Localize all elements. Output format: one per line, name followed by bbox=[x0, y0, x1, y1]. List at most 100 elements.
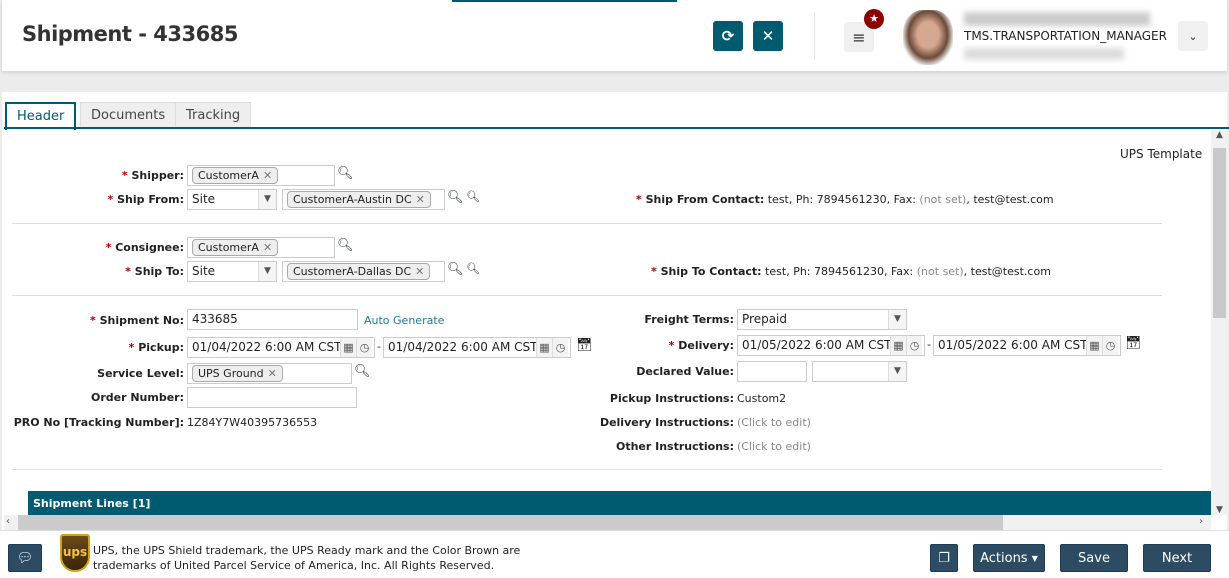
template-label: UPS Template bbox=[1120, 147, 1203, 161]
pickup-instructions-value[interactable]: Custom2 bbox=[737, 392, 786, 405]
other-instructions-label: Other Instructions: bbox=[615, 440, 734, 453]
ship-from-contact-label: Ship From Contact: bbox=[645, 193, 765, 206]
divider bbox=[12, 223, 1162, 224]
zoom-in-search-icon[interactable]: 🔍︎ bbox=[337, 238, 354, 253]
declared-value-label: Declared Value: bbox=[636, 365, 734, 378]
tab-tracking[interactable]: Tracking bbox=[175, 102, 252, 129]
divider bbox=[12, 295, 1162, 296]
calendar-icon[interactable]: ▦ bbox=[1086, 336, 1102, 355]
copy-button[interactable]: ❐ bbox=[930, 544, 958, 572]
zoom-in-search-icon[interactable]: 🔍︎ bbox=[354, 364, 371, 379]
header-divider bbox=[814, 12, 815, 60]
ship-to-label: Ship To: bbox=[134, 265, 184, 278]
ship-from-contact-value: test, Ph: 7894561230, Fax: bbox=[767, 193, 916, 206]
delivery-instructions-label: Delivery Instructions: bbox=[599, 416, 734, 429]
service-level-label: Service Level: bbox=[97, 367, 184, 380]
schedule-icon[interactable]: 📅︎ bbox=[1125, 336, 1142, 351]
favorites-star-icon[interactable]: ★ bbox=[864, 9, 884, 29]
scroll-thumb[interactable] bbox=[18, 515, 1003, 530]
tab-header[interactable]: Header bbox=[5, 102, 77, 130]
remove-icon[interactable]: ✕ bbox=[268, 367, 277, 380]
search-icon[interactable]: 🔍︎ bbox=[466, 262, 480, 275]
declared-currency-select[interactable]: ▼ bbox=[812, 361, 907, 382]
remove-icon[interactable]: ✕ bbox=[416, 193, 425, 206]
shipment-no-input[interactable]: 433685 bbox=[187, 309, 358, 330]
refresh-button[interactable]: ⟳ bbox=[713, 21, 743, 51]
search-icon[interactable]: 🔍︎ bbox=[466, 190, 480, 203]
tab-documents[interactable]: Documents bbox=[80, 102, 177, 129]
main-panel bbox=[2, 92, 1227, 530]
ship-to-field[interactable]: CustomerA-Dallas DC ✕ bbox=[282, 261, 445, 282]
caret-down-icon: ▼ bbox=[1031, 553, 1038, 563]
shipper-field[interactable]: CustomerA ✕ bbox=[187, 165, 335, 186]
chat-icon: 💬︎ bbox=[16, 550, 34, 566]
shipper-label: Shipper: bbox=[131, 169, 184, 182]
user-menu-toggle[interactable]: ⌄ bbox=[1178, 21, 1208, 51]
delivery-instructions-value[interactable]: (Click to edit) bbox=[737, 416, 811, 429]
ups-disclaimer-line-1: UPS, the UPS Shield trademark, the UPS R… bbox=[93, 544, 521, 557]
order-number-input[interactable] bbox=[187, 387, 357, 408]
fax-not-set: (not set) bbox=[919, 193, 967, 206]
shipper-chip: CustomerA ✕ bbox=[192, 167, 279, 184]
remove-icon[interactable]: ✕ bbox=[263, 241, 272, 254]
refresh-icon: ⟳ bbox=[721, 27, 735, 45]
zoom-in-search-icon[interactable]: 🔍︎ bbox=[447, 262, 464, 277]
remove-icon[interactable]: ✕ bbox=[263, 169, 272, 182]
close-icon: ✕ bbox=[761, 27, 775, 45]
chevron-down-icon: ⌄ bbox=[1188, 29, 1198, 43]
ship-to-contact-value: test, Ph: 7894561230, Fax: bbox=[765, 265, 914, 278]
chevron-down-icon: ▼ bbox=[258, 190, 276, 209]
tab-underline bbox=[4, 127, 1229, 129]
clock-icon[interactable]: ◷ bbox=[356, 338, 372, 357]
calendar-icon[interactable]: ▦ bbox=[536, 338, 552, 357]
ship-to-email: , test@test.com bbox=[963, 265, 1051, 278]
scroll-thumb[interactable] bbox=[1213, 148, 1226, 318]
chevron-down-icon: ▼ bbox=[258, 262, 276, 281]
user-name-blurred bbox=[964, 12, 1150, 26]
chevron-down-icon: ▼ bbox=[888, 362, 906, 381]
clock-icon[interactable]: ◷ bbox=[552, 338, 568, 357]
ship-to-type-select[interactable]: Site ▼ bbox=[187, 261, 277, 282]
ship-from-type-select[interactable]: Site ▼ bbox=[187, 189, 277, 210]
vertical-scrollbar[interactable]: ▲ ▼ bbox=[1211, 130, 1228, 515]
order-number-label: Order Number: bbox=[90, 391, 184, 404]
chevron-down-icon: ▼ bbox=[888, 310, 906, 329]
range-dash: - bbox=[927, 338, 931, 351]
other-instructions-value[interactable]: (Click to edit) bbox=[737, 440, 811, 453]
page-title: Shipment - 433685 bbox=[22, 22, 238, 46]
top-accent-line bbox=[452, 0, 677, 2]
ship-from-field[interactable]: CustomerA-Austin DC ✕ bbox=[282, 189, 445, 210]
shipment-lines-header[interactable]: Shipment Lines [1] bbox=[28, 491, 1211, 515]
consignee-field[interactable]: CustomerA ✕ bbox=[187, 237, 335, 258]
horizontal-scrollbar[interactable]: ‹ › bbox=[4, 515, 1211, 530]
next-button[interactable]: Next bbox=[1143, 544, 1211, 572]
chat-button[interactable]: 💬︎ bbox=[8, 544, 42, 572]
schedule-icon[interactable]: 📅︎ bbox=[576, 338, 593, 353]
calendar-icon[interactable]: ▦ bbox=[890, 336, 906, 355]
close-button[interactable]: ✕ bbox=[753, 21, 783, 51]
zoom-in-search-icon[interactable]: 🔍︎ bbox=[337, 166, 354, 181]
declared-value-input[interactable] bbox=[737, 361, 807, 382]
service-level-field[interactable]: UPS Ground ✕ bbox=[187, 363, 352, 384]
hamburger-icon: ≡ bbox=[852, 27, 866, 47]
zoom-in-search-icon[interactable]: 🔍︎ bbox=[447, 190, 464, 205]
fax-not-set: (not set) bbox=[916, 265, 964, 278]
pickup-label: Pickup: bbox=[138, 341, 184, 354]
actions-button[interactable]: Actions ▼ bbox=[973, 544, 1045, 572]
ship-from-label: Ship From: bbox=[117, 193, 184, 206]
auto-generate-link[interactable]: Auto Generate bbox=[364, 314, 444, 327]
freight-terms-select[interactable]: Prepaid ▼ bbox=[737, 309, 907, 330]
ship-to-contact-label: Ship To Contact: bbox=[660, 265, 762, 278]
user-role: TMS.TRANSPORTATION_MANAGER bbox=[964, 29, 1167, 43]
pickup-instructions-label: Pickup Instructions: bbox=[609, 392, 734, 405]
delivery-label: Delivery: bbox=[678, 339, 734, 352]
clock-icon[interactable]: ◷ bbox=[906, 336, 922, 355]
ups-logo: ups bbox=[60, 534, 90, 572]
save-button[interactable]: Save bbox=[1060, 544, 1128, 572]
avatar[interactable] bbox=[903, 10, 953, 65]
freight-terms-label: Freight Terms: bbox=[644, 313, 734, 326]
clock-icon[interactable]: ◷ bbox=[1102, 336, 1118, 355]
calendar-icon[interactable]: ▦ bbox=[340, 338, 356, 357]
ship-from-email: , test@test.com bbox=[966, 193, 1054, 206]
remove-icon[interactable]: ✕ bbox=[415, 265, 424, 278]
